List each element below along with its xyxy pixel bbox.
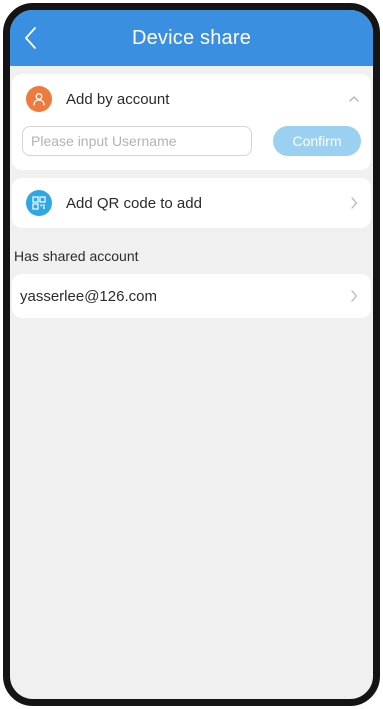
username-input[interactable] [22,126,252,156]
add-by-account-label: Add by account [66,90,170,108]
chevron-up-icon[interactable] [349,92,359,106]
shared-section-title: Has shared account [14,248,139,264]
page-title: Device share [131,26,252,49]
nav-bar: Device share [10,10,373,66]
chevron-right-icon [349,289,359,303]
add-by-account-card: Add by account Confirm [12,74,371,170]
back-button[interactable] [16,24,44,52]
shared-account-row[interactable]: yasserlee@126.com [12,274,371,318]
add-by-account-row[interactable]: Add by account [12,74,371,124]
chevron-left-icon [25,27,36,49]
add-qr-card: Add QR code to add [12,178,371,228]
add-qr-label: Add QR code to add [66,194,202,212]
shared-account-label: yasserlee@126.com [20,287,157,305]
user-icon [26,86,52,112]
chevron-right-icon [349,196,359,210]
confirm-button[interactable]: Confirm [273,126,361,156]
add-qr-row[interactable]: Add QR code to add [12,178,371,228]
qr-code-icon [26,190,52,216]
phone-frame: Device share Add by account Confirm [3,3,380,706]
username-input-row: Confirm [12,124,371,170]
